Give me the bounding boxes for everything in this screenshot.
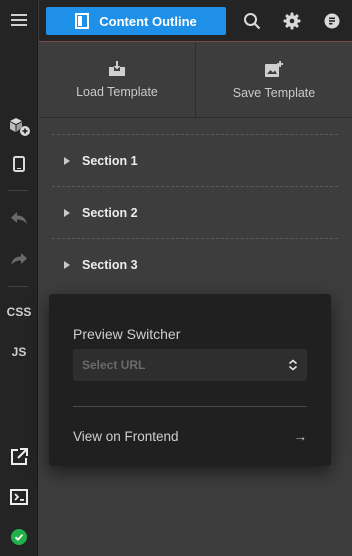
view-on-frontend-link[interactable]: View on Frontend → xyxy=(73,420,307,452)
section-item[interactable]: Section 1 xyxy=(52,134,338,186)
search-icon xyxy=(244,13,261,30)
section-label: Section 3 xyxy=(82,257,138,272)
content-outline-label: Content Outline xyxy=(99,13,197,29)
redo-icon xyxy=(11,253,27,265)
custom-css-button[interactable]: CSS xyxy=(0,298,38,326)
custom-js-button[interactable]: JS xyxy=(0,338,38,366)
left-toolbar: CSS JS xyxy=(0,0,38,556)
section-item[interactable]: Section 3 xyxy=(52,238,338,290)
add-element-button[interactable] xyxy=(0,112,38,140)
section-item[interactable]: Section 2 xyxy=(52,186,338,238)
top-bar: Content Outline xyxy=(39,0,352,42)
outline-panel-icon xyxy=(75,13,90,29)
menu-button[interactable] xyxy=(0,6,38,34)
settings-button[interactable] xyxy=(280,9,304,33)
template-actions: Load Template Save Template xyxy=(39,43,352,118)
chevron-up-down-icon xyxy=(288,359,298,371)
content-outline-button[interactable]: Content Outline xyxy=(46,7,226,35)
search-button[interactable] xyxy=(240,9,264,33)
cubes-add-icon xyxy=(10,118,30,136)
exit-panel-icon xyxy=(10,489,28,505)
expand-caret-icon[interactable] xyxy=(64,260,70,269)
preview-switcher-title: Preview Switcher xyxy=(73,326,181,342)
rail-divider xyxy=(8,190,28,191)
arrow-right-icon: → xyxy=(293,428,308,444)
section-label: Section 2 xyxy=(82,205,138,220)
save-template-label: Save Template xyxy=(232,85,316,100)
responsive-mode-button[interactable] xyxy=(0,150,38,178)
save-template-icon xyxy=(265,60,284,77)
gear-icon xyxy=(283,12,301,30)
select-url-placeholder: Select URL xyxy=(82,358,146,372)
load-template-button[interactable]: Load Template xyxy=(39,43,195,117)
js-label: JS xyxy=(11,345,27,359)
preview-switcher-popover: Preview Switcher Select URL View on Fron… xyxy=(49,294,331,466)
popover-divider xyxy=(73,406,307,407)
load-template-label: Load Template xyxy=(76,85,158,99)
builder-logo-button[interactable] xyxy=(320,9,344,33)
css-label: CSS xyxy=(6,305,32,319)
save-template-button[interactable]: Save Template xyxy=(195,43,352,117)
section-label: Section 1 xyxy=(82,153,138,168)
section-list: Section 1 Section 2 Section 3 xyxy=(52,134,338,290)
expand-caret-icon[interactable] xyxy=(64,208,70,217)
rail-divider xyxy=(8,286,28,287)
expand-caret-icon[interactable] xyxy=(64,156,70,165)
preview-button[interactable] xyxy=(0,443,38,471)
external-link-icon xyxy=(11,448,28,465)
load-template-icon xyxy=(109,61,125,76)
check-circle-icon xyxy=(11,529,27,545)
mobile-device-icon xyxy=(13,156,25,172)
exit-builder-button[interactable] xyxy=(0,483,38,511)
select-url-dropdown[interactable]: Select URL xyxy=(73,349,307,381)
undo-button[interactable] xyxy=(0,204,38,232)
save-status[interactable] xyxy=(0,523,38,551)
view-on-frontend-label: View on Frontend xyxy=(73,428,179,444)
builder-logo-icon xyxy=(324,13,340,29)
undo-icon xyxy=(11,212,27,224)
redo-button[interactable] xyxy=(0,245,38,273)
hamburger-icon xyxy=(11,14,27,26)
